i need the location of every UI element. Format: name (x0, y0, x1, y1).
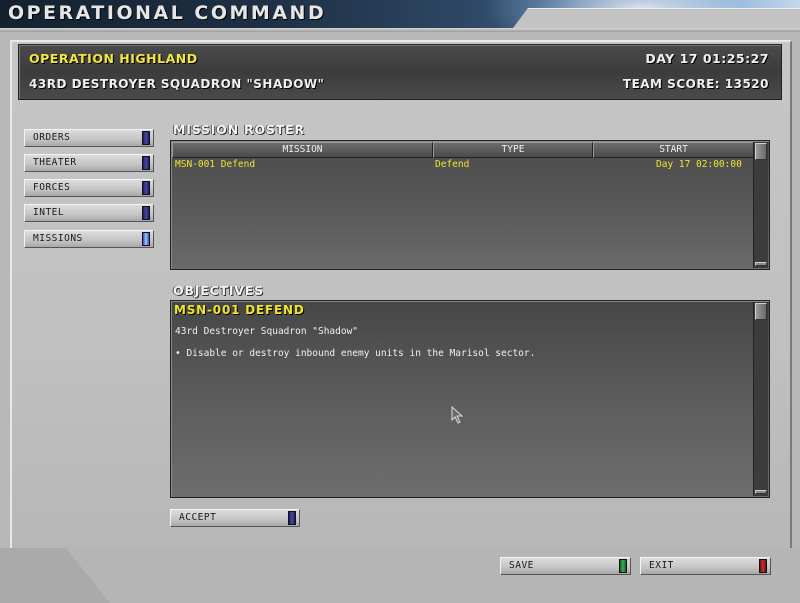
nav-orders-indicator (142, 131, 150, 145)
nav-forces-button[interactable]: FORCES (24, 179, 154, 197)
nav-missions-indicator (142, 232, 150, 246)
save-button[interactable]: SAVE (500, 557, 631, 575)
exit-button[interactable]: EXIT (640, 557, 771, 575)
roster-scroll-thumb[interactable] (755, 143, 767, 160)
mouse-cursor-icon (451, 406, 464, 424)
nav-missions-button[interactable]: MISSIONS (24, 230, 154, 248)
objectives-scroll-end[interactable] (755, 490, 767, 494)
nav-forces-label: FORCES (33, 182, 71, 193)
nav-orders-button[interactable]: ORDERS (24, 129, 154, 147)
objective-heading: MSN-001 DEFEND (174, 303, 305, 317)
objectives-scroll-thumb[interactable] (755, 303, 767, 320)
objective-subtitle: 43rd Destroyer Squadron "Shadow" (175, 326, 359, 337)
roster-header: MISSION TYPE START (172, 142, 754, 158)
nav-missions-label: MISSIONS (33, 233, 83, 244)
roster-scroll-end[interactable] (755, 262, 767, 266)
nav-intel-label: INTEL (33, 207, 65, 218)
roster-row[interactable]: MSN-001 Defend Defend Day 17 02:00:00 (174, 158, 752, 172)
objectives-scrollbar[interactable] (753, 302, 768, 496)
exit-indicator (759, 559, 767, 573)
column-mission-header[interactable]: MISSION (172, 142, 433, 158)
window-title: OPERATIONAL COMMAND (8, 2, 327, 24)
title-bevel (0, 28, 800, 32)
operation-name: OPERATION HIGHLAND (29, 51, 198, 66)
mission-roster-title: MISSION ROSTER (173, 122, 305, 137)
column-type-header[interactable]: TYPE (433, 142, 593, 158)
objective-bullet: • Disable or destroy inbound enemy units… (175, 348, 536, 359)
mission-roster-list: MISSION TYPE START MSN-001 Defend Defend… (170, 140, 770, 270)
squadron-name: 43RD DESTROYER SQUADRON "SHADOW" (29, 77, 325, 91)
nav-theater-button[interactable]: THEATER (24, 154, 154, 172)
nav-forces-indicator (142, 181, 150, 195)
operation-header: OPERATION HIGHLAND DAY 17 01:25:27 43RD … (18, 44, 782, 100)
nav-orders-label: ORDERS (33, 132, 71, 143)
nav-intel-button[interactable]: INTEL (24, 204, 154, 222)
roster-cell-start: Day 17 02:00:00 (656, 159, 742, 170)
roster-scrollbar[interactable] (753, 142, 768, 268)
nav-theater-label: THEATER (33, 157, 77, 168)
accept-button[interactable]: ACCEPT (170, 509, 300, 527)
roster-cell-mission: MSN-001 Defend (175, 159, 256, 170)
save-label: SAVE (509, 560, 534, 571)
accept-label: ACCEPT (179, 512, 217, 523)
objectives-title: OBJECTIVES (173, 283, 264, 298)
nav-intel-indicator (142, 206, 150, 220)
accept-indicator (288, 511, 296, 525)
save-indicator (619, 559, 627, 573)
roster-cell-type: Defend (435, 159, 470, 170)
exit-label: EXIT (649, 560, 674, 571)
team-score: TEAM SCORE: 13520 (622, 77, 769, 91)
game-clock: DAY 17 01:25:27 (645, 51, 769, 66)
objectives-panel: MSN-001 DEFEND 43rd Destroyer Squadron "… (170, 300, 770, 498)
nav-theater-indicator (142, 156, 150, 170)
column-start-header[interactable]: START (593, 142, 754, 158)
